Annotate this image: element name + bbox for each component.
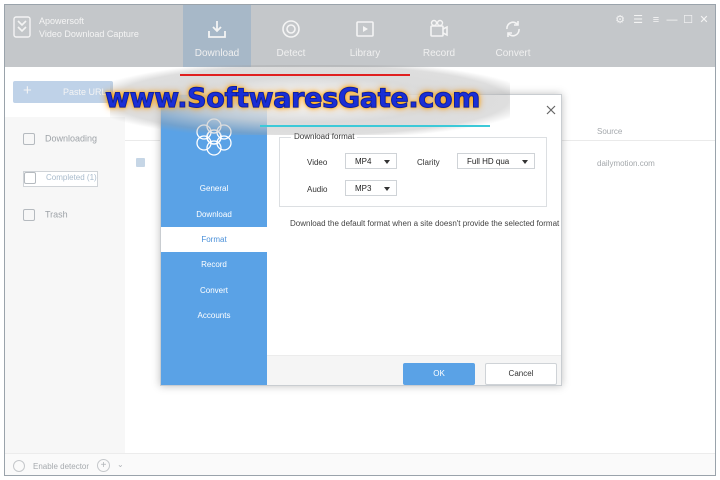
add-icon[interactable]: + [97, 459, 110, 472]
top-bar: Apowersoft Video Download Capture Downlo… [5, 5, 715, 67]
sidebar-item-label: Trash [45, 209, 68, 220]
maximize-icon[interactable]: ☐ [682, 14, 694, 26]
tab-download[interactable]: Download [183, 5, 251, 67]
video-format-select[interactable]: MP4 [345, 153, 397, 169]
audio-format-select[interactable]: MP3 [345, 180, 397, 196]
dialog-nav-accounts[interactable]: Accounts [161, 303, 267, 328]
tab-convert[interactable]: Convert [479, 5, 547, 67]
tab-library[interactable]: Library [331, 5, 399, 67]
tab-record[interactable]: Record [405, 5, 473, 67]
audio-format-value: MP3 [355, 184, 372, 193]
tab-label: Detect [276, 48, 306, 59]
dialog-nav-general[interactable]: General [161, 176, 267, 201]
watermark-red-line [180, 74, 410, 76]
close-window-icon[interactable]: ✕ [698, 14, 710, 26]
video-label: Video [307, 158, 328, 167]
tab-detect[interactable]: Detect [257, 5, 325, 67]
app-subtitle: Video Download Capture [39, 29, 139, 39]
dialog-sidebar: General Download Format Record Convert A… [161, 95, 267, 385]
completed-icon [24, 172, 36, 184]
detector-toggle[interactable] [13, 460, 25, 472]
download-icon [208, 21, 226, 38]
video-format-value: MP4 [355, 157, 372, 166]
download-format-group [279, 137, 547, 207]
paste-url-label: Paste URL [63, 87, 107, 97]
table-row-source: dailymotion.com [597, 159, 655, 168]
audio-label: Audio [307, 185, 328, 194]
dialog-nav-record[interactable]: Record [161, 252, 267, 277]
plus-icon: + [23, 82, 32, 99]
app-name: Apowersoft [39, 16, 85, 26]
paste-url-button[interactable]: + Paste URL [13, 81, 113, 103]
settings-dialog: General Download Format Record Convert A… [160, 94, 562, 386]
dialog-close-icon[interactable] [544, 103, 558, 117]
minimize-icon[interactable]: — [666, 14, 678, 26]
tab-label: Convert [495, 48, 531, 59]
trash-icon [23, 209, 35, 221]
cancel-button[interactable]: Cancel [485, 363, 557, 385]
app-window: Apowersoft Video Download Capture Downlo… [4, 4, 716, 476]
tab-label: Library [349, 48, 381, 59]
watermark-text: www.SoftwaresGate.com [104, 83, 481, 115]
skin-icon[interactable]: ☰ [632, 14, 644, 26]
downloading-icon [23, 133, 35, 145]
row-checkbox[interactable] [136, 158, 145, 167]
column-header-source[interactable]: Source [597, 127, 622, 136]
tab-label: Download [194, 48, 240, 59]
dropdown-arrow-icon [384, 160, 390, 164]
menu-icon[interactable]: ≡ [650, 14, 662, 26]
sidebar-item-trash[interactable]: Trash [23, 209, 68, 221]
sidebar-item-label: Downloading [45, 133, 98, 144]
clarity-label: Clarity [417, 158, 440, 167]
format-hint-text: Download the default format when a site … [290, 219, 560, 228]
watermark-cyan-line [260, 125, 490, 127]
bottom-bar: Enable detector + ⌄ [5, 453, 715, 475]
tab-label: Record [422, 48, 456, 59]
app-logo-icon [13, 16, 31, 38]
dialog-nav-download[interactable]: Download [161, 202, 267, 227]
dialog-nav-convert[interactable]: Convert [161, 278, 267, 303]
record-icon [430, 19, 448, 37]
detect-icon [282, 20, 300, 38]
sidebar: Downloading Completed (1) Trash [5, 117, 125, 453]
settings-icon[interactable]: ⚙ [614, 14, 626, 26]
clarity-select[interactable]: Full HD qua [457, 153, 535, 169]
dropdown-arrow-icon [384, 187, 390, 191]
convert-icon [506, 21, 520, 37]
dropdown-arrow-icon [522, 160, 528, 164]
dialog-nav-format[interactable]: Format [161, 227, 267, 252]
ok-button[interactable]: OK [403, 363, 475, 385]
sidebar-item-label: Completed (1) [46, 173, 97, 183]
detector-label: Enable detector [33, 462, 90, 471]
sidebar-item-downloading[interactable]: Downloading [23, 133, 97, 145]
library-icon [356, 21, 374, 37]
chevron-down-icon[interactable]: ⌄ [117, 460, 124, 469]
clarity-value: Full HD qua [467, 157, 510, 166]
sidebar-item-completed[interactable]: Completed (1) [23, 171, 98, 187]
